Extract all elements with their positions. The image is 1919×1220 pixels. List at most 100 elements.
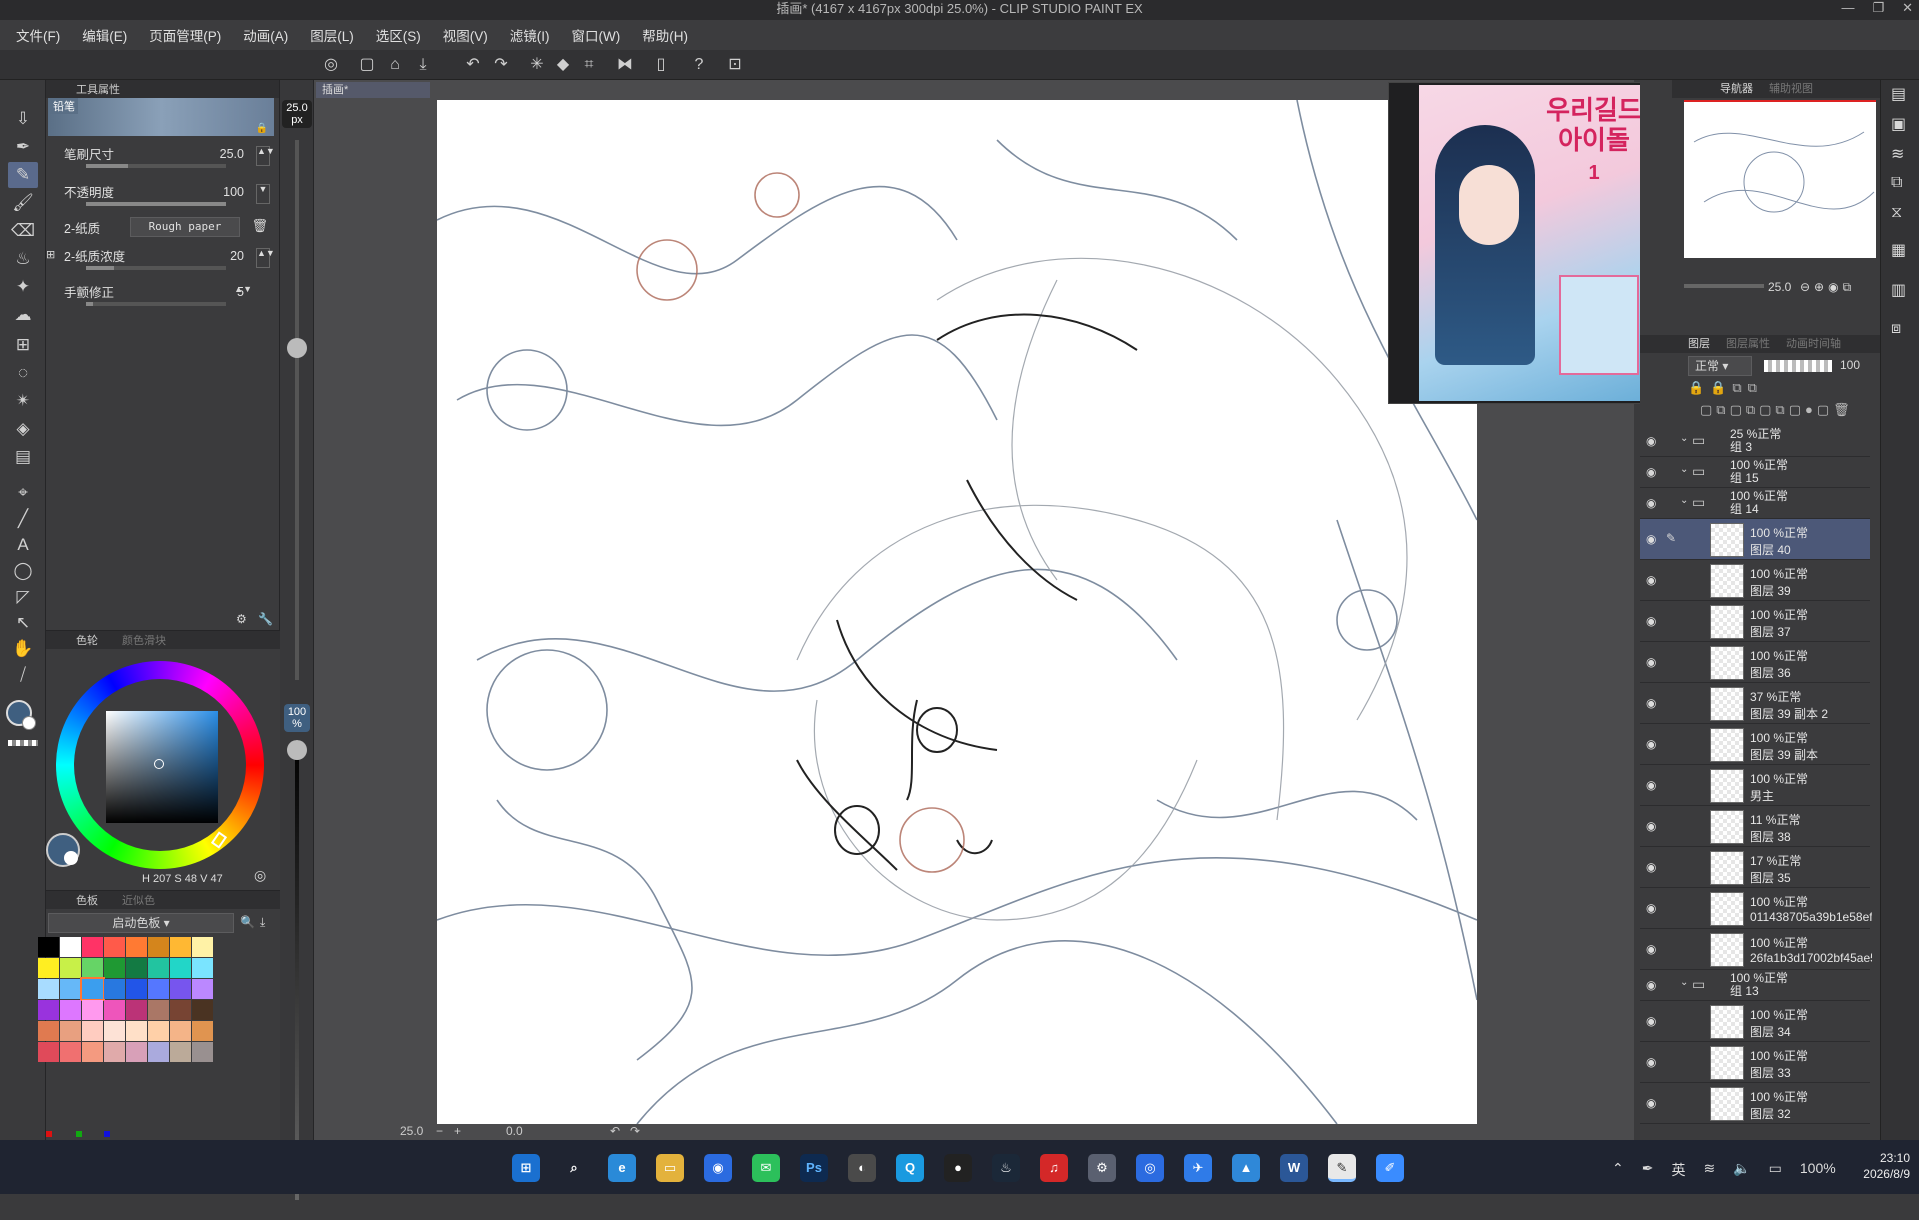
redo-icon[interactable]: ↷	[490, 54, 512, 76]
layer-property-tab[interactable]: 图层属性	[1726, 338, 1770, 350]
fill-icon[interactable]: ◆	[552, 54, 574, 76]
visibility-eye-icon[interactable]: ◉	[1646, 778, 1656, 792]
color-swatch[interactable]	[148, 1021, 169, 1041]
zoom-out-icon[interactable]: −	[436, 1124, 443, 1138]
layer-group-row[interactable]: ◉ ⌄ ▭ 25 %正常组 3	[1640, 426, 1870, 457]
qq-browser-icon[interactable]: Q	[896, 1154, 924, 1182]
color-swatch[interactable]	[60, 1021, 81, 1041]
tray-chevron-icon[interactable]: ⌃	[1612, 1160, 1624, 1180]
volume-icon[interactable]: 🔈	[1733, 1160, 1750, 1180]
pen-tray-icon[interactable]: ✒	[1642, 1160, 1654, 1180]
size-handle[interactable]	[287, 338, 307, 358]
visibility-eye-icon[interactable]: ◉	[1646, 1055, 1656, 1069]
color-swatch[interactable]	[192, 1042, 213, 1062]
visibility-eye-icon[interactable]: ◉	[1646, 532, 1656, 546]
color-slider-tab[interactable]: 颜色滑块	[122, 632, 166, 648]
frame-tool-icon[interactable]: ◸	[8, 584, 38, 610]
lock-icon[interactable]: 🔒	[256, 123, 268, 134]
color-swatch[interactable]	[82, 1042, 103, 1062]
sub-color-dot[interactable]	[64, 851, 78, 865]
layer-row[interactable]: ◉ 100 %正常 图层 39	[1640, 560, 1870, 601]
visibility-eye-icon[interactable]: ◉	[1646, 496, 1656, 510]
operation-tool-icon[interactable]: ⇩	[8, 106, 38, 132]
eyedropper-tool-icon[interactable]: ⧸	[8, 662, 38, 688]
color-swatch[interactable]	[104, 1021, 125, 1041]
visibility-eye-icon[interactable]: ◉	[1646, 901, 1656, 915]
navigator-zoom-value[interactable]: 25.0	[1768, 280, 1791, 294]
settings-icon[interactable]: ⚙	[1088, 1154, 1116, 1182]
visibility-eye-icon[interactable]: ◉	[1646, 696, 1656, 710]
color-swatch[interactable]	[192, 958, 213, 978]
color-swatch[interactable]	[126, 958, 147, 978]
color-swatch[interactable]	[126, 1000, 147, 1020]
expand-plus-icon[interactable]: ⊞	[46, 248, 55, 261]
size-track[interactable]	[295, 140, 299, 680]
transform-icon[interactable]: ⌗	[578, 54, 600, 76]
layer-action-icons[interactable]: ▢⧉▢⧉▢⧉▢●▢🗑	[1700, 402, 1880, 420]
visibility-eye-icon[interactable]: ◉	[1646, 819, 1656, 833]
clip-studio-icon[interactable]: ✎	[1328, 1154, 1356, 1182]
color-swatch[interactable]	[104, 1000, 125, 1020]
menu-filter[interactable]: 滤镜(I)	[510, 25, 550, 45]
brush-tool-icon[interactable]: 🖌	[8, 190, 38, 216]
layer-row[interactable]: ◉ 37 %正常 图层 39 副本 2	[1640, 683, 1870, 724]
color-swatch[interactable]	[104, 937, 125, 957]
status-zoom[interactable]: 25.0	[400, 1124, 423, 1138]
navigator-zoom-slider[interactable]	[1684, 284, 1764, 288]
visibility-eye-icon[interactable]: ◉	[1646, 978, 1656, 992]
menu-window[interactable]: 窗口(W)	[572, 25, 621, 45]
color-swatch[interactable]	[82, 937, 103, 957]
color-swatch[interactable]	[80, 977, 105, 1001]
browser-icon[interactable]: ◉	[704, 1154, 732, 1182]
tool-settings-icon[interactable]: ⚙	[236, 612, 247, 626]
deselect-icon[interactable]: ✳	[526, 54, 548, 76]
browser2-icon[interactable]: ◎	[1136, 1154, 1164, 1182]
color-swatch[interactable]	[38, 1042, 59, 1062]
rotate-right-icon[interactable]: ↷	[630, 1124, 640, 1138]
layer-tab[interactable]: 图层	[1688, 338, 1710, 350]
explorer-icon[interactable]: ▭	[656, 1154, 684, 1182]
lasso-tool-icon[interactable]: ◌	[8, 360, 38, 386]
eraser-tool-icon[interactable]: ⌫	[8, 218, 38, 244]
layer-row[interactable]: ◉ 11 %正常 图层 38	[1640, 806, 1870, 847]
color-swatch[interactable]	[170, 958, 191, 978]
visibility-eye-icon[interactable]: ◉	[1646, 434, 1656, 448]
screen-icon[interactable]: ⊡	[724, 54, 746, 76]
fill-tool-icon[interactable]: ◈	[8, 416, 38, 442]
stabilizer-row[interactable]: 手颤修正 5 ▲▼	[46, 280, 280, 314]
layer-row[interactable]: ◉ 100 %正常 图层 37	[1640, 601, 1870, 642]
color-swatch[interactable]	[104, 958, 125, 978]
color-swatch[interactable]	[170, 937, 191, 957]
history-dock-icon[interactable]: ▥	[1891, 280, 1906, 300]
blend-tool-icon[interactable]: ♨	[8, 246, 38, 272]
layer-group-row[interactable]: ◉ ⌄ ▭ 100 %正常组 14	[1640, 488, 1870, 519]
layer-row[interactable]: ◉ 100 %正常 图层 33	[1640, 1042, 1870, 1083]
qq-icon[interactable]: ●	[944, 1154, 972, 1182]
layer-row[interactable]: ◉ 100 %正常 图层 32	[1640, 1083, 1870, 1124]
color-wheel-tab[interactable]: 色轮	[76, 632, 98, 648]
color-swatch[interactable]	[82, 1000, 103, 1020]
paper-density-spinner[interactable]: ▲▼	[256, 248, 275, 268]
color-swatch[interactable]	[38, 958, 59, 978]
visibility-eye-icon[interactable]: ◉	[1646, 614, 1656, 628]
color-swatch[interactable]	[126, 1021, 147, 1041]
color-swatch[interactable]	[170, 1021, 191, 1041]
color-swatch[interactable]	[60, 937, 81, 957]
expand-chevron-icon[interactable]: ⌄	[1680, 433, 1688, 444]
visibility-eye-icon[interactable]: ◉	[1646, 573, 1656, 587]
magic-wand-icon[interactable]: ✴	[8, 388, 38, 414]
sv-picker[interactable]	[154, 759, 164, 769]
visibility-eye-icon[interactable]: ◉	[1646, 1096, 1656, 1110]
menu-edit[interactable]: 编辑(E)	[82, 25, 127, 45]
blend-mode-select[interactable]: 正常 ▾	[1688, 356, 1752, 376]
sub-color-chip[interactable]	[22, 716, 36, 730]
color-mode-icon[interactable]: ◎	[254, 867, 266, 884]
netease-music-icon[interactable]: ♫	[1040, 1154, 1068, 1182]
visibility-eye-icon[interactable]: ◉	[1646, 860, 1656, 874]
text-tool-icon[interactable]: A	[8, 532, 38, 558]
layer-row[interactable]: ◉ 17 %正常 图层 35	[1640, 847, 1870, 888]
search-dock-icon[interactable]: ⧈	[1891, 320, 1901, 338]
undo-icon[interactable]: ↶	[462, 54, 484, 76]
color-swatch[interactable]	[148, 937, 169, 957]
help-icon[interactable]: ?	[688, 54, 710, 76]
